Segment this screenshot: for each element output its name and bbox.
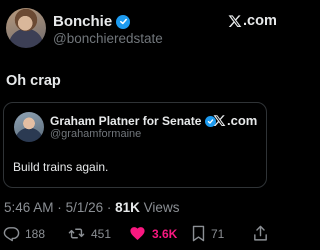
reply-icon: [3, 227, 20, 242]
heart-filled-icon: [130, 227, 145, 241]
quoted-x-logo: .com: [213, 113, 257, 128]
quoted-post-card[interactable]: Graham Platner for Senate @grahamformain…: [3, 102, 267, 188]
author-name[interactable]: Bonchie: [53, 13, 112, 30]
bookmark-icon: [192, 225, 205, 242]
quoted-x-logo-text: .com: [227, 113, 258, 128]
verified-badge-icon: [116, 14, 131, 29]
repost-button[interactable]: 451: [67, 225, 111, 242]
x-logo: .com: [228, 13, 277, 29]
post-date[interactable]: 5/1/26: [66, 200, 104, 215]
share-button[interactable]: [253, 225, 268, 242]
action-bar: 188 451 3.6K 71: [0, 225, 271, 245]
quoted-author-name-row: Graham Platner for Senate: [50, 114, 217, 128]
like-count: 3.6K: [152, 226, 178, 241]
x-icon: [213, 115, 226, 127]
views-count: 81K: [115, 200, 140, 215]
post-time[interactable]: 5:46 AM: [4, 200, 54, 215]
views-label: Views: [143, 200, 180, 215]
meta-separator: ·: [57, 200, 62, 215]
post-text: Oh crap: [6, 73, 61, 89]
author-handle[interactable]: @bonchieredstate: [53, 31, 163, 46]
author-avatar[interactable]: [6, 8, 46, 48]
author-name-row: Bonchie: [53, 13, 131, 30]
reply-count: 188: [25, 226, 46, 241]
quoted-author-handle[interactable]: @grahamformaine: [50, 128, 141, 140]
reply-button[interactable]: 188: [3, 225, 45, 242]
bookmark-button[interactable]: 71: [191, 225, 224, 242]
post-meta: 5:46 AM · 5/1/26 · 81K Views: [4, 200, 179, 215]
bookmark-count: 71: [211, 226, 225, 241]
like-button[interactable]: 3.6K: [128, 225, 177, 242]
repost-icon: [68, 228, 85, 239]
share-icon: [254, 225, 267, 241]
quoted-author-avatar[interactable]: [14, 112, 44, 142]
quoted-post-text: Build trains again.: [13, 160, 109, 174]
quoted-author-name[interactable]: Graham Platner for Senate: [50, 114, 201, 128]
x-icon: [228, 15, 242, 27]
x-logo-text: .com: [243, 13, 277, 29]
repost-count: 451: [91, 226, 112, 241]
meta-separator: ·: [106, 200, 112, 215]
